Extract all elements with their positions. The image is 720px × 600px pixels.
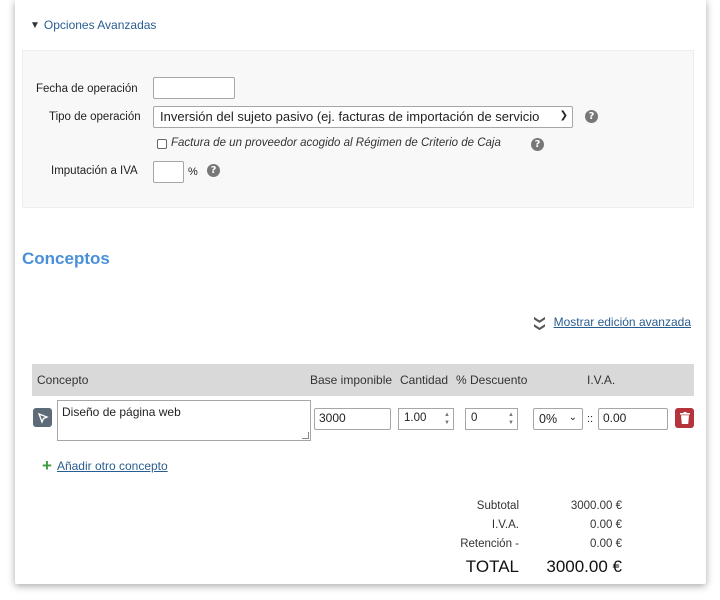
base-imponible-input[interactable]: 3000	[314, 408, 391, 430]
stepper-arrows-icon[interactable]: ▲ ▼	[508, 411, 514, 427]
plus-icon: +	[42, 456, 52, 475]
column-header-base: Base imponible	[310, 373, 393, 387]
tipo-operacion-value: Inversión del sujeto pasivo (ej. factura…	[160, 109, 540, 124]
chevron-down-icon: ⌄	[568, 412, 577, 423]
table-header: Concepto Base imponible Cantidad % Descu…	[32, 364, 694, 396]
imputacion-input[interactable]	[153, 161, 184, 183]
fecha-input[interactable]	[153, 77, 235, 99]
cantidad-value: 1.00	[404, 412, 427, 424]
delete-row-button[interactable]	[675, 408, 694, 428]
triangle-down-icon: ▼	[30, 19, 40, 31]
advanced-options-toggle[interactable]: ▼ Opciones Avanzadas	[30, 18, 156, 32]
help-icon[interactable]: ?	[531, 138, 544, 151]
percent-unit: %	[188, 166, 198, 178]
criterio-caja-label: Factura de un proveedor acogido al Régim…	[171, 137, 501, 149]
iva-amount-input[interactable]: 0.00	[598, 408, 668, 430]
retencion-value: 0.00 €	[590, 538, 622, 550]
advanced-options-label: Opciones Avanzadas	[43, 18, 157, 32]
row-select-cursor-icon[interactable]	[33, 408, 52, 427]
iva-separator: ::	[587, 413, 594, 425]
trash-icon	[679, 412, 690, 424]
iva-total-label: I.V.A.	[491, 519, 519, 531]
column-header-cantidad: Cantidad	[400, 373, 449, 387]
criterio-caja-checkbox[interactable]	[157, 139, 167, 149]
advanced-options-panel	[22, 50, 694, 208]
column-header-iva: I.V.A.	[587, 373, 616, 387]
subtotal-value: 3000.00 €	[570, 500, 622, 512]
fecha-label: Fecha de operación	[36, 83, 138, 95]
add-concepto-label: Añadir otro concepto	[56, 459, 168, 473]
column-header-concepto: Concepto	[37, 373, 89, 387]
stepper-arrows-icon[interactable]: ▲ ▼	[444, 411, 450, 427]
tipo-label: Tipo de operación	[49, 111, 141, 123]
retencion-label: Retención -	[460, 538, 519, 550]
mostrar-edicion-avanzada-label: Mostrar edición avanzada	[553, 315, 691, 329]
iva-rate-select[interactable]: 0% ⌄	[533, 408, 583, 430]
add-concepto-link[interactable]: + Añadir otro concepto	[42, 456, 168, 475]
chevron-down-icon: ❯	[556, 110, 568, 121]
concepto-textarea[interactable]: Diseño de página web	[57, 400, 311, 441]
concepto-value: Diseño de página web	[62, 405, 181, 419]
descuento-value: 0	[471, 412, 478, 424]
conceptos-title: Conceptos	[22, 249, 110, 268]
help-icon[interactable]: ?	[585, 110, 598, 123]
cantidad-stepper[interactable]: 1.00 ▲ ▼	[398, 408, 454, 430]
tipo-operacion-select[interactable]: Inversión del sujeto pasivo (ej. factura…	[153, 106, 573, 128]
double-chevron-icon: ❯❯	[533, 314, 546, 330]
column-header-descuento: % Descuento	[456, 373, 528, 387]
imputacion-label: Imputación a IVA	[51, 165, 138, 177]
mostrar-edicion-avanzada-link[interactable]: ❯❯ Mostrar edición avanzada	[533, 315, 691, 329]
subtotal-label: Subtotal	[476, 500, 519, 512]
total-value: 3000.00 €	[546, 557, 622, 576]
help-icon[interactable]: ?	[207, 164, 220, 177]
descuento-stepper[interactable]: 0 ▲ ▼	[465, 408, 518, 430]
resize-grip-icon[interactable]	[302, 432, 309, 439]
total-label: TOTAL	[465, 557, 519, 576]
iva-rate-value: 0%	[539, 412, 558, 426]
iva-total-value: 0.00 €	[590, 519, 622, 531]
